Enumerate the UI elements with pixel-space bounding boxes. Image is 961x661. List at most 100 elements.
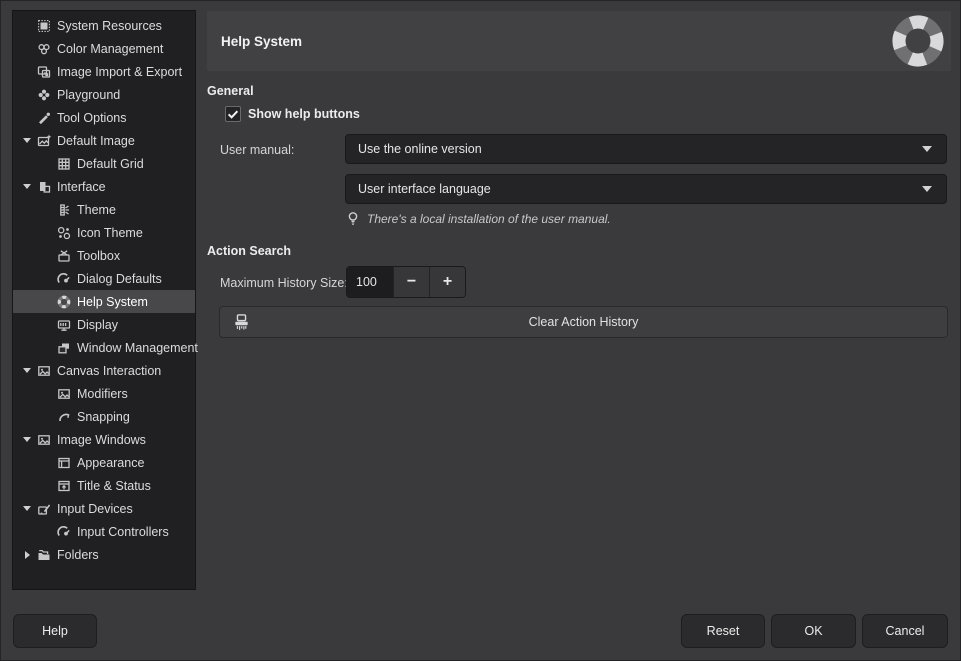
sidebar-item-interface[interactable]: Interface — [13, 175, 195, 198]
sidebar-item-icon-theme[interactable]: Icon Theme — [13, 221, 195, 244]
expander-icon[interactable] — [18, 368, 36, 373]
theme-icon — [56, 202, 72, 218]
sidebar: System Resources Color Management Image Im… — [12, 10, 196, 590]
show-help-buttons-label: Show help buttons — [248, 107, 360, 121]
sidebar-item-label: Appearance — [77, 456, 144, 470]
sidebar-item-label: Theme — [77, 203, 116, 217]
default-grid-icon — [56, 156, 72, 172]
sidebar-item-label: Toolbox — [77, 249, 120, 263]
sidebar-item-label: Folders — [57, 548, 99, 562]
expander-icon[interactable] — [18, 551, 36, 559]
sidebar-item-title-and-status[interactable]: Title & Status — [13, 474, 195, 497]
decrement-button[interactable]: − — [393, 267, 429, 297]
action-search-section-title: Action Search — [207, 244, 291, 258]
sidebar-item-label: Image Windows — [57, 433, 146, 447]
sidebar-item-label: Playground — [57, 88, 120, 102]
sidebar-item-label: Modifiers — [77, 387, 128, 401]
user-manual-label: User manual: — [220, 143, 294, 157]
expander-icon[interactable] — [18, 437, 36, 442]
sidebar-item-default-image[interactable]: Default Image — [13, 129, 195, 152]
shredder-icon — [232, 313, 251, 332]
sidebar-item-window-management[interactable]: Window Management — [13, 336, 195, 359]
cancel-button[interactable]: Cancel — [862, 614, 948, 648]
sidebar-item-display[interactable]: Display — [13, 313, 195, 336]
sidebar-item-playground[interactable]: Playground — [13, 83, 195, 106]
sidebar-item-theme[interactable]: Theme — [13, 198, 195, 221]
sidebar-item-system-resources[interactable]: System Resources — [13, 14, 195, 37]
user-manual-dropdown[interactable]: Use the online version — [345, 134, 947, 164]
sidebar-item-image-windows[interactable]: Image Windows — [13, 428, 195, 451]
max-history-input[interactable] — [347, 267, 393, 297]
toolbox-icon — [56, 248, 72, 264]
sidebar-item-label: Default Image — [57, 134, 135, 148]
page-header: Help System — [207, 11, 951, 71]
sidebar-item-image-import-and-export[interactable]: Image Import & Export — [13, 60, 195, 83]
input-controllers-icon — [56, 524, 72, 540]
sidebar-item-input-controllers[interactable]: Input Controllers — [13, 520, 195, 543]
sidebar-item-label: Tool Options — [57, 111, 126, 125]
sidebar-item-appearance[interactable]: Appearance — [13, 451, 195, 474]
chevron-down-icon — [922, 186, 932, 192]
expander-icon[interactable] — [18, 138, 36, 143]
appearance-icon — [56, 455, 72, 471]
image-import-export-icon — [36, 64, 52, 80]
user-manual-value: Use the online version — [346, 142, 922, 156]
sidebar-item-label: Display — [77, 318, 118, 332]
sidebar-item-folders[interactable]: Folders — [13, 543, 195, 566]
expander-icon[interactable] — [18, 506, 36, 511]
sidebar-item-help-system[interactable]: Help System — [13, 290, 195, 313]
sidebar-item-color-management[interactable]: Color Management — [13, 37, 195, 60]
modifiers-icon — [56, 386, 72, 402]
sidebar-item-input-devices[interactable]: Input Devices — [13, 497, 195, 520]
system-resources-icon — [36, 18, 52, 34]
sidebar-item-label: Canvas Interaction — [57, 364, 161, 378]
manual-language-value: User interface language — [346, 182, 922, 196]
sidebar-item-label: Input Devices — [57, 502, 133, 516]
tool-options-icon — [36, 110, 52, 126]
ok-button[interactable]: OK — [771, 614, 856, 648]
sidebar-item-tool-options[interactable]: Tool Options — [13, 106, 195, 129]
sidebar-item-label: Snapping — [77, 410, 130, 424]
show-help-buttons-checkbox[interactable]: Show help buttons — [225, 106, 360, 122]
sidebar-item-canvas-interaction[interactable]: Canvas Interaction — [13, 359, 195, 382]
expander-icon[interactable] — [18, 184, 36, 189]
sidebar-item-snapping[interactable]: Snapping — [13, 405, 195, 428]
color-management-icon — [36, 41, 52, 57]
sidebar-item-label: Dialog Defaults — [77, 272, 162, 286]
max-history-spinner: − + — [346, 266, 466, 298]
input-devices-icon — [36, 501, 52, 517]
sidebar-item-label: Help System — [77, 295, 148, 309]
sidebar-item-label: Color Management — [57, 42, 163, 56]
default-image-icon — [36, 133, 52, 149]
check-icon — [226, 107, 240, 121]
increment-button[interactable]: + — [429, 267, 465, 297]
sidebar-item-toolbox[interactable]: Toolbox — [13, 244, 195, 267]
clear-action-history-button[interactable]: Clear Action History — [219, 306, 948, 338]
help-system-icon — [56, 294, 72, 310]
sidebar-item-label: System Resources — [57, 19, 162, 33]
playground-icon — [36, 87, 52, 103]
page-title: Help System — [207, 34, 892, 49]
general-section-title: General — [207, 84, 254, 98]
manual-note-text: There's a local installation of the user… — [367, 212, 611, 226]
sidebar-item-label: Interface — [57, 180, 106, 194]
dialog-defaults-icon — [56, 271, 72, 287]
sidebar-item-label: Icon Theme — [77, 226, 143, 240]
folders-icon — [36, 547, 52, 563]
sidebar-item-label: Title & Status — [77, 479, 151, 493]
sidebar-item-dialog-defaults[interactable]: Dialog Defaults — [13, 267, 195, 290]
title-status-icon — [56, 478, 72, 494]
sidebar-item-label: Input Controllers — [77, 525, 169, 539]
display-icon — [56, 317, 72, 333]
sidebar-item-modifiers[interactable]: Modifiers — [13, 382, 195, 405]
sidebar-item-label: Image Import & Export — [57, 65, 182, 79]
interface-icon — [36, 179, 52, 195]
sidebar-item-label: Default Grid — [77, 157, 144, 171]
checkbox-box[interactable] — [225, 106, 241, 122]
snapping-icon — [56, 409, 72, 425]
reset-button[interactable]: Reset — [681, 614, 765, 648]
sidebar-item-default-grid[interactable]: Default Grid — [13, 152, 195, 175]
manual-language-dropdown[interactable]: User interface language — [345, 174, 947, 204]
max-history-label: Maximum History Size: — [220, 276, 348, 290]
help-button[interactable]: Help — [13, 614, 97, 648]
